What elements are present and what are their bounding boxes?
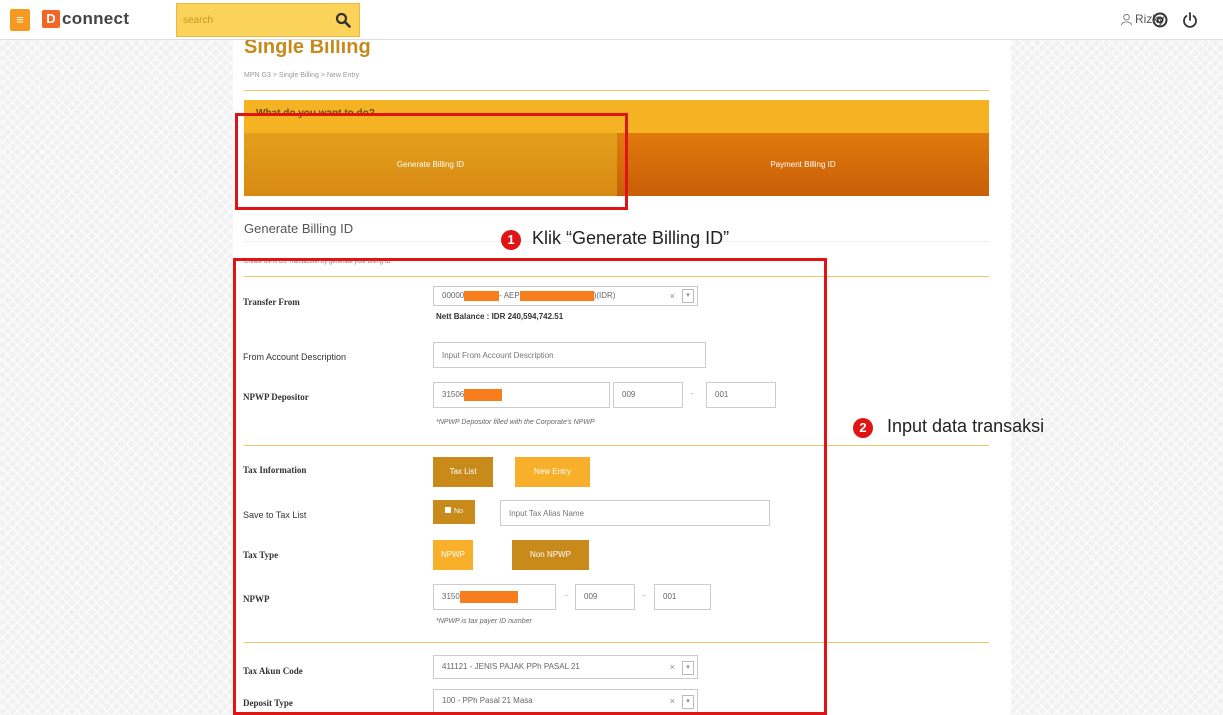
step1-text: Klik “Generate Billing ID” (532, 228, 730, 248)
menu-icon[interactable]: ≡ (10, 9, 30, 31)
power-icon[interactable] (1181, 11, 1199, 29)
logo-mark: D (42, 10, 60, 28)
step2-number: 2 (853, 418, 873, 438)
section-title: Generate Billing ID (244, 221, 354, 236)
divider (244, 90, 989, 91)
user-icon (1120, 13, 1133, 25)
search-icon[interactable] (335, 12, 351, 28)
page-title: Single Billing (244, 40, 371, 58)
step2-highlight-box (233, 258, 827, 715)
step2-text: Input data transaksi (887, 416, 1045, 436)
search-input[interactable] (177, 4, 327, 36)
support-icon[interactable] (1151, 11, 1169, 29)
app-logo[interactable]: D connect (42, 7, 129, 31)
tab-payment-billing-id[interactable]: Payment Billing ID (617, 133, 989, 196)
top-bar: ≡ D connect Rizky (0, 0, 1223, 40)
logo-name: connect (62, 9, 130, 28)
step1-highlight-box (235, 113, 628, 210)
search-bar (176, 3, 360, 37)
step1-number: 1 (501, 230, 521, 250)
breadcrumb[interactable]: MPN G3 > Single Billing > New Entry (244, 72, 359, 79)
